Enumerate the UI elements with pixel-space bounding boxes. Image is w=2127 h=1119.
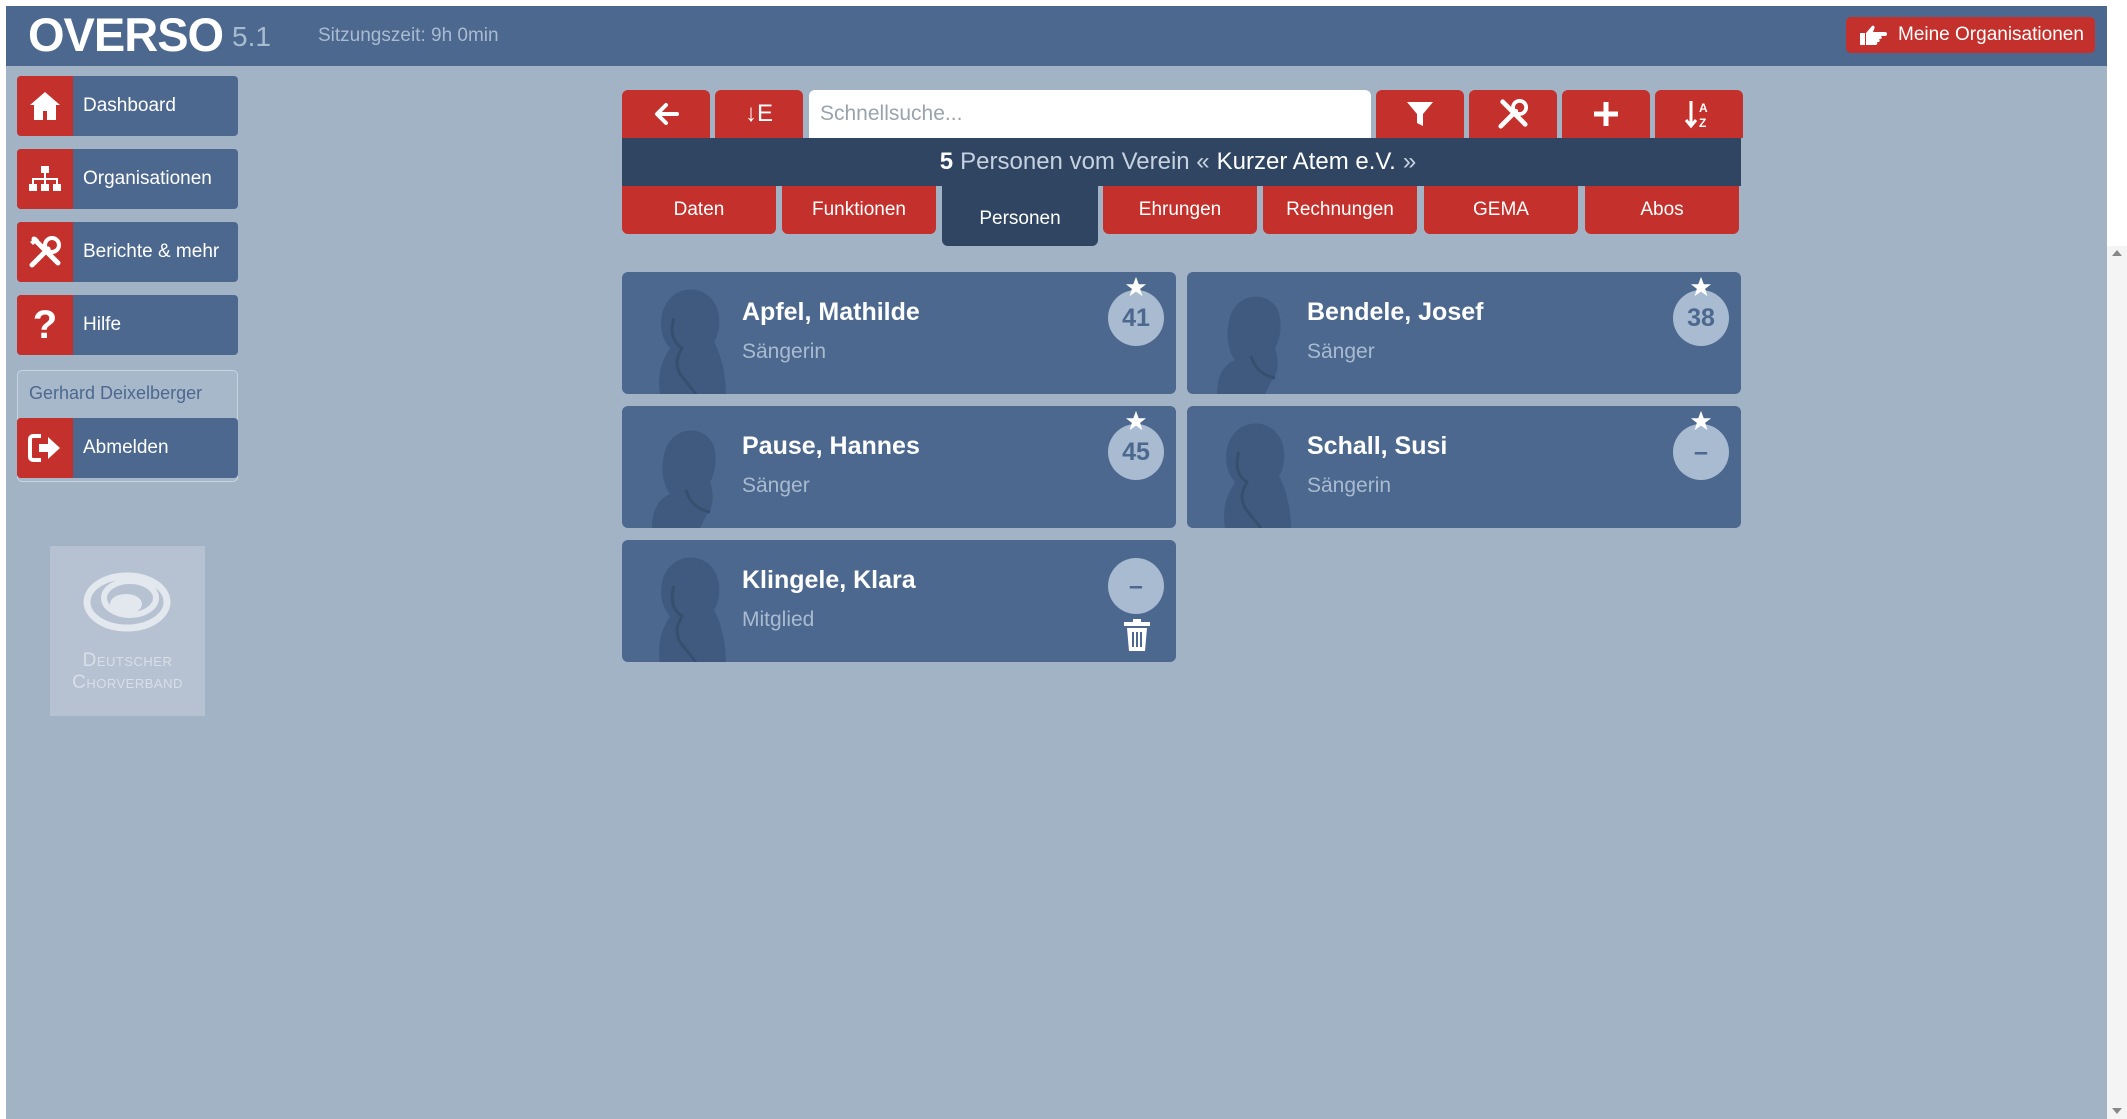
person-role: Sängerin bbox=[742, 340, 827, 363]
my-organisations-button[interactable]: Meine Organisationen bbox=[1846, 17, 2095, 53]
question-icon: ? bbox=[32, 303, 58, 347]
context-text: Personen vom Verein « bbox=[960, 148, 1210, 175]
female-silhouette-icon bbox=[659, 289, 726, 394]
export-button[interactable]: ↓E bbox=[715, 90, 803, 138]
sort-button[interactable]: A Z bbox=[1655, 90, 1743, 138]
sign-out-icon bbox=[28, 434, 60, 462]
star-icon bbox=[1125, 410, 1147, 431]
tab-daten[interactable]: Daten bbox=[622, 186, 776, 234]
person-role: Sänger bbox=[742, 474, 810, 497]
context-bar: 5 Personen vom Verein « Kurzer Atem e.V.… bbox=[622, 138, 1741, 186]
person-role: Sängerin bbox=[1307, 474, 1392, 497]
arrow-left-icon bbox=[655, 103, 679, 125]
person-card[interactable]: Bendele, Josef Sänger 38 bbox=[1187, 272, 1741, 394]
sidebar-item-berichte[interactable]: Berichte & mehr bbox=[17, 222, 238, 282]
person-count: 5 bbox=[939, 148, 954, 175]
logout-button[interactable]: Abmelden bbox=[17, 418, 238, 478]
plus-icon bbox=[1594, 102, 1618, 126]
sidebar-item-organisationen[interactable]: Organisationen bbox=[17, 149, 238, 209]
age-badge: – bbox=[1108, 558, 1164, 614]
star-icon bbox=[1125, 276, 1147, 297]
male-silhouette-icon bbox=[1217, 296, 1281, 394]
star-icon bbox=[1690, 410, 1712, 431]
age-badge: 45 bbox=[1108, 424, 1164, 480]
tab-rechnungen[interactable]: Rechnungen bbox=[1263, 186, 1417, 234]
person-card[interactable]: Apfel, Mathilde Sängerin 41 bbox=[622, 272, 1176, 394]
tab-gema[interactable]: GEMA bbox=[1424, 186, 1578, 234]
sidebar-item-label: Hilfe bbox=[83, 314, 122, 335]
context-suffix: » bbox=[1402, 148, 1417, 175]
tab-ehrungen[interactable]: Ehrungen bbox=[1103, 186, 1257, 234]
home-icon bbox=[30, 92, 60, 120]
person-name: Schall, Susi bbox=[1307, 432, 1448, 460]
filter-button[interactable] bbox=[1376, 90, 1464, 138]
tools-button[interactable] bbox=[1469, 90, 1557, 138]
user-name: Gerhard Deixelberger bbox=[29, 383, 203, 403]
sort-alpha-icon: A Z bbox=[1684, 101, 1708, 130]
logout-label: Abmelden bbox=[83, 437, 169, 458]
top-bar: OVERSO 5.1 Sitzungszeit: 9h 0min Meine O… bbox=[6, 6, 2107, 66]
sidebar-item-hilfe[interactable]: ? Hilfe bbox=[17, 295, 238, 355]
svg-text:A: A bbox=[1699, 101, 1708, 115]
sitemap-icon bbox=[29, 166, 61, 191]
tab-personen[interactable]: Personen bbox=[942, 186, 1098, 246]
male-silhouette-icon bbox=[652, 430, 716, 528]
person-name: Klingele, Klara bbox=[742, 566, 916, 594]
app-window: OVERSO 5.1 Sitzungszeit: 9h 0min Meine O… bbox=[6, 6, 2107, 1119]
person-card[interactable]: Pause, Hannes Sänger 45 bbox=[622, 406, 1176, 528]
person-card[interactable]: Klingele, Klara Mitglied – bbox=[622, 540, 1176, 662]
session-time: Sitzungszeit: 9h 0min bbox=[318, 25, 499, 46]
person-role: Sänger bbox=[1307, 340, 1375, 363]
chorverband-logo: Deutscher Chorverband bbox=[50, 546, 205, 716]
export-label: ↓E bbox=[744, 100, 773, 127]
person-role: Mitglied bbox=[742, 608, 815, 631]
person-name: Bendele, Josef bbox=[1307, 298, 1484, 326]
age-badge: – bbox=[1673, 424, 1729, 480]
chorverband-logo-icon bbox=[83, 572, 171, 632]
person-name: Apfel, Mathilde bbox=[742, 298, 920, 326]
organisation-name[interactable]: Kurzer Atem e.V. bbox=[1217, 148, 1396, 176]
scroll-up-arrow[interactable] bbox=[2112, 250, 2122, 256]
my-organisations-label: Meine Organisationen bbox=[1898, 24, 2084, 45]
sidebar-item-label: Berichte & mehr bbox=[83, 241, 220, 262]
star-icon bbox=[1690, 276, 1712, 297]
female-silhouette-icon bbox=[659, 557, 726, 662]
filter-icon bbox=[1407, 102, 1433, 126]
sidebar-item-label: Dashboard bbox=[83, 95, 176, 116]
age-badge: 41 bbox=[1108, 290, 1164, 346]
sidebar-item-dashboard[interactable]: Dashboard bbox=[17, 76, 238, 136]
sidebar-item-label: Organisationen bbox=[83, 168, 212, 189]
brand-logo[interactable]: OVERSO bbox=[28, 8, 224, 62]
tools-icon bbox=[29, 236, 61, 268]
svg-text:Z: Z bbox=[1699, 116, 1706, 130]
tools-icon bbox=[1498, 98, 1529, 129]
scrollbar[interactable] bbox=[2107, 246, 2127, 1119]
age-badge: 38 bbox=[1673, 290, 1729, 346]
person-card[interactable]: Schall, Susi Sängerin – bbox=[1187, 406, 1741, 528]
version-label: 5.1 bbox=[232, 21, 271, 52]
scroll-down-arrow[interactable] bbox=[2112, 1108, 2122, 1114]
female-silhouette-icon bbox=[1224, 423, 1291, 528]
tab-abos[interactable]: Abos bbox=[1585, 186, 1739, 234]
trash-icon[interactable] bbox=[1122, 618, 1152, 652]
tab-funktionen[interactable]: Funktionen bbox=[782, 186, 936, 234]
person-name: Pause, Hannes bbox=[742, 432, 920, 460]
hand-pointing-icon bbox=[1860, 25, 1887, 45]
back-button[interactable] bbox=[622, 90, 710, 138]
quick-search-input[interactable] bbox=[809, 90, 1371, 138]
add-button[interactable] bbox=[1562, 90, 1650, 138]
